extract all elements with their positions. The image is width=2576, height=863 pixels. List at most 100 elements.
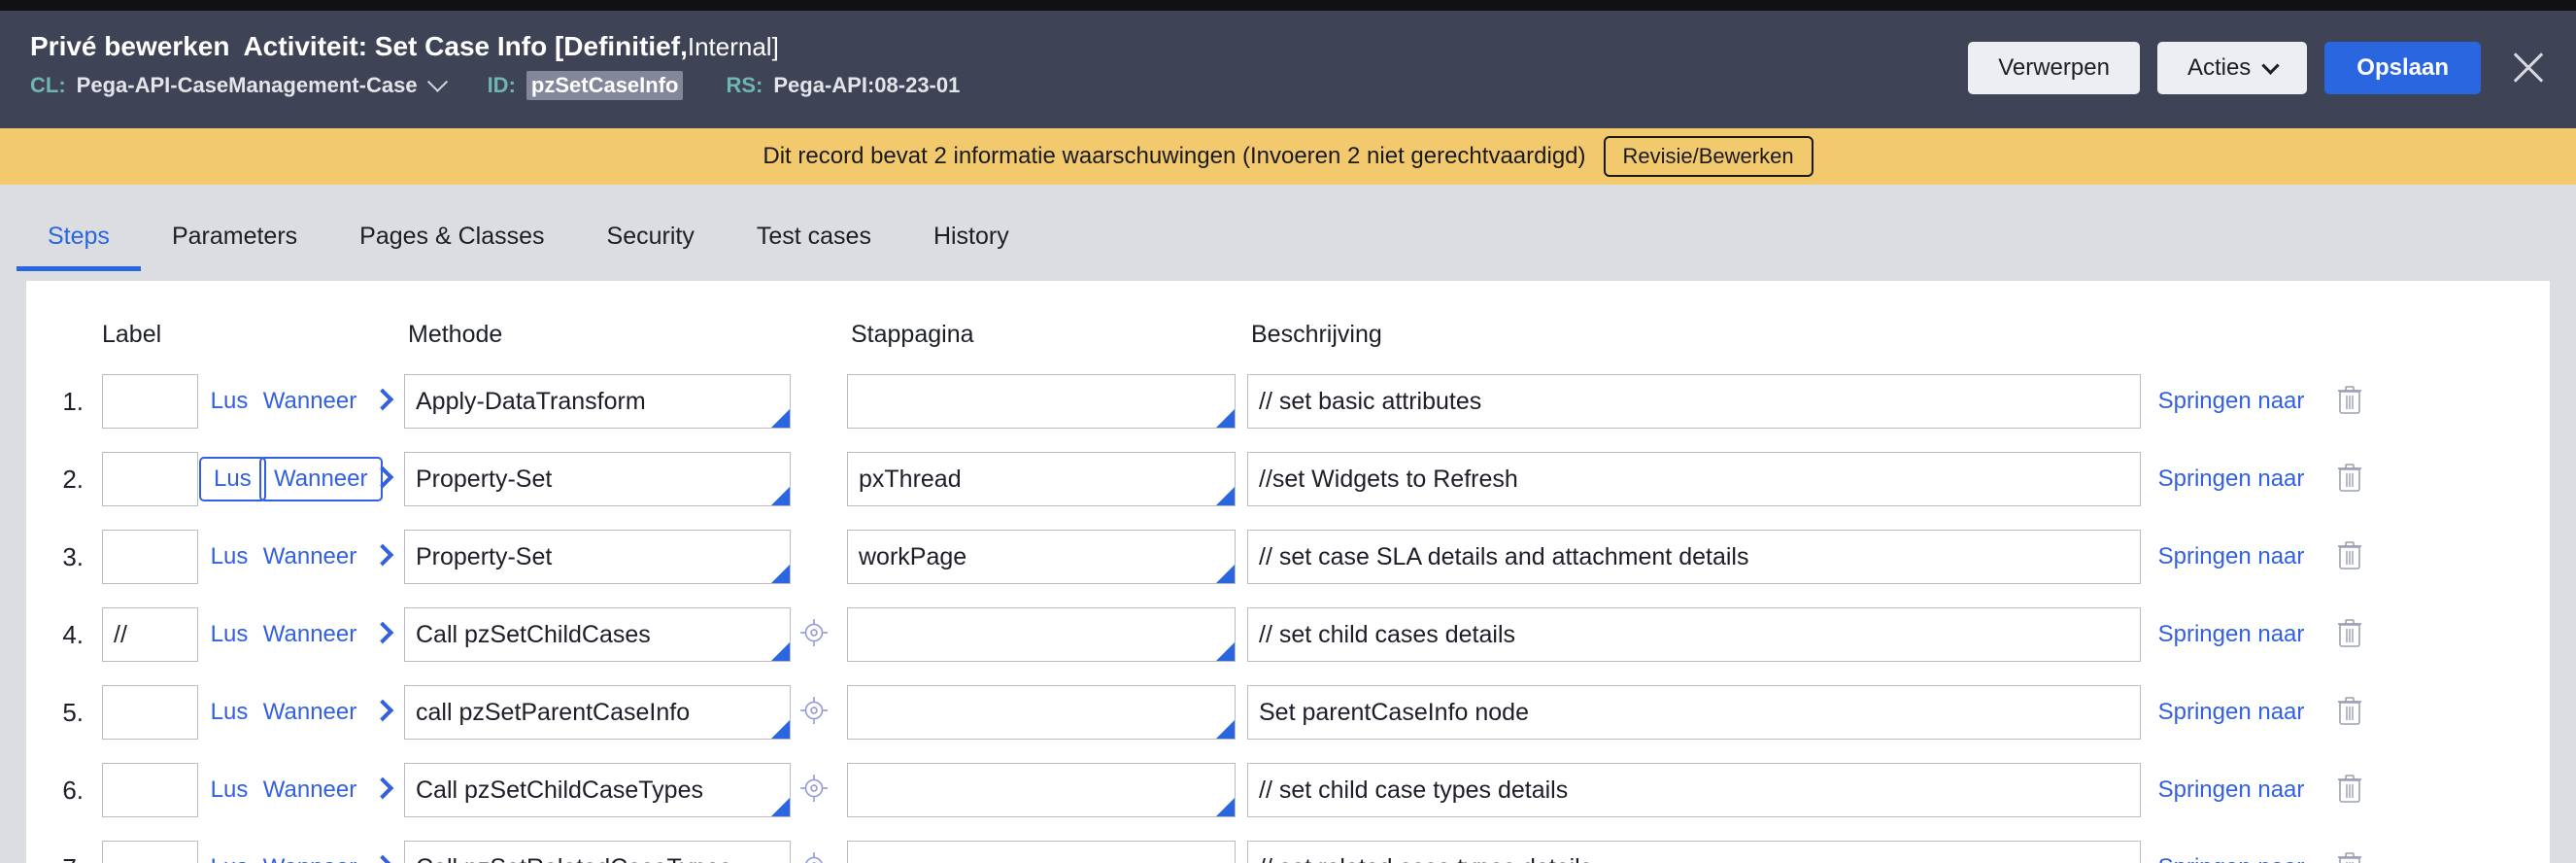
jump-to-link[interactable]: Springen naar: [2158, 777, 2305, 803]
tab-pages-classes[interactable]: Pages & Classes: [328, 223, 575, 271]
steppage-input[interactable]: [847, 607, 1236, 662]
target-icon[interactable]: [799, 696, 829, 730]
trash-icon[interactable]: [2337, 540, 2362, 574]
chevron-down-icon[interactable]: [426, 71, 448, 92]
target-icon[interactable]: [799, 618, 829, 652]
table-row: 6. Lus Wanneer Springen naar: [26, 751, 2550, 829]
tab-steps[interactable]: Steps: [17, 223, 141, 271]
ruleset-label: RS:: [726, 73, 763, 97]
loop-link[interactable]: Lus: [211, 543, 249, 570]
jump-to-link[interactable]: Springen naar: [2158, 699, 2305, 725]
loop-link[interactable]: Lus: [199, 457, 266, 501]
private-edit-label: Privé bewerken: [30, 31, 230, 61]
steps-panel: Label Methode Stappagina Beschrijving 1.…: [26, 281, 2550, 863]
steppage-input[interactable]: [847, 685, 1236, 740]
chevron-right-icon[interactable]: [371, 388, 393, 410]
when-link[interactable]: Wanneer: [263, 777, 357, 803]
jump-to-link[interactable]: Springen naar: [2158, 621, 2305, 647]
jump-to-link[interactable]: Springen naar: [2158, 466, 2305, 492]
column-header-label: Label: [102, 320, 162, 348]
tab-test-cases[interactable]: Test cases: [726, 223, 902, 271]
column-header-steppage: Stappagina: [851, 320, 974, 348]
target-icon[interactable]: [799, 774, 829, 808]
steppage-input[interactable]: [847, 763, 1236, 817]
grid-header-row: Label Methode Stappagina Beschrijving: [26, 310, 2550, 359]
step-label-input[interactable]: [102, 607, 198, 662]
column-header-description: Beschrijving: [1251, 320, 1382, 348]
steppage-input[interactable]: [847, 374, 1236, 429]
step-label-input[interactable]: [102, 530, 198, 584]
method-input[interactable]: [404, 374, 791, 429]
chevron-right-icon[interactable]: [371, 854, 393, 863]
loop-link[interactable]: Lus: [211, 388, 249, 414]
review-edit-button[interactable]: Revisie/Bewerken: [1603, 136, 1813, 177]
table-row: 4. Lus Wanneer Springen naar: [26, 596, 2550, 673]
table-row: 2.LusWanneerSpringen naar: [26, 440, 2550, 518]
step-label-input[interactable]: [102, 841, 198, 863]
description-input[interactable]: [1247, 452, 2141, 506]
method-input[interactable]: [404, 530, 791, 584]
loop-link[interactable]: Lus: [211, 621, 249, 647]
steppage-input[interactable]: [847, 841, 1236, 863]
trash-icon[interactable]: [2337, 851, 2362, 863]
warning-banner: Dit record bevat 2 informatie waarschuwi…: [0, 128, 2576, 185]
chevron-right-icon[interactable]: [371, 621, 393, 643]
method-input[interactable]: [404, 452, 791, 506]
class-label: CL:: [30, 73, 66, 97]
when-link[interactable]: Wanneer: [263, 621, 357, 647]
description-input[interactable]: [1247, 841, 2141, 863]
jump-to-link[interactable]: Springen naar: [2158, 854, 2305, 863]
loop-link[interactable]: Lus: [211, 777, 249, 803]
trash-icon[interactable]: [2337, 385, 2362, 419]
close-icon[interactable]: [2506, 46, 2551, 90]
method-input[interactable]: [404, 763, 791, 817]
jump-to-link[interactable]: Springen naar: [2158, 388, 2305, 414]
step-label-input[interactable]: [102, 685, 198, 740]
tab-history[interactable]: History: [902, 223, 1040, 271]
warning-message: Dit record bevat 2 informatie waarschuwi…: [763, 143, 1586, 169]
row-number: 6.: [62, 775, 84, 805]
row-number: 7.: [26, 853, 102, 863]
description-input[interactable]: [1247, 763, 2141, 817]
actions-button[interactable]: Acties: [2156, 42, 2308, 94]
trash-icon[interactable]: [2337, 696, 2362, 730]
steppage-input[interactable]: [847, 452, 1236, 506]
tab-parameters[interactable]: Parameters: [141, 223, 328, 271]
method-input[interactable]: [404, 841, 791, 863]
step-label-input[interactable]: [102, 374, 198, 429]
when-link[interactable]: Wanneer: [263, 388, 357, 414]
step-label-input[interactable]: [102, 763, 198, 817]
when-link[interactable]: Wanneer: [263, 854, 357, 863]
description-input[interactable]: [1247, 685, 2141, 740]
steppage-input[interactable]: [847, 530, 1236, 584]
chevron-right-icon[interactable]: [371, 466, 393, 488]
row-number: 2.: [62, 464, 84, 494]
discard-button[interactable]: Verwerpen: [1968, 42, 2140, 94]
description-input[interactable]: [1247, 607, 2141, 662]
save-button[interactable]: Opslaan: [2324, 42, 2481, 94]
loop-link[interactable]: Lus: [211, 699, 249, 725]
trash-icon[interactable]: [2337, 774, 2362, 808]
step-label-input[interactable]: [102, 452, 198, 506]
id-value: pzSetCaseInfo: [525, 71, 684, 100]
description-input[interactable]: [1247, 374, 2141, 429]
target-icon[interactable]: [799, 851, 829, 863]
row-number: 1.: [62, 386, 84, 416]
chevron-right-icon[interactable]: [371, 777, 393, 799]
trash-icon[interactable]: [2337, 618, 2362, 652]
trash-icon[interactable]: [2337, 463, 2362, 497]
jump-to-link[interactable]: Springen naar: [2158, 543, 2305, 570]
method-input[interactable]: [404, 607, 791, 662]
row-number: 5.: [62, 697, 84, 727]
when-link[interactable]: Wanneer: [263, 699, 357, 725]
actions-button-label: Acties: [2186, 54, 2252, 81]
header-actions: Verwerpen Acties Opslaan: [1968, 42, 2551, 94]
chevron-right-icon[interactable]: [371, 543, 393, 566]
chevron-down-icon: [2261, 55, 2280, 75]
description-input[interactable]: [1247, 530, 2141, 584]
loop-link[interactable]: Lus: [211, 854, 249, 863]
method-input[interactable]: [404, 685, 791, 740]
chevron-right-icon[interactable]: [371, 699, 393, 721]
tab-security[interactable]: Security: [576, 223, 726, 271]
when-link[interactable]: Wanneer: [263, 543, 357, 570]
